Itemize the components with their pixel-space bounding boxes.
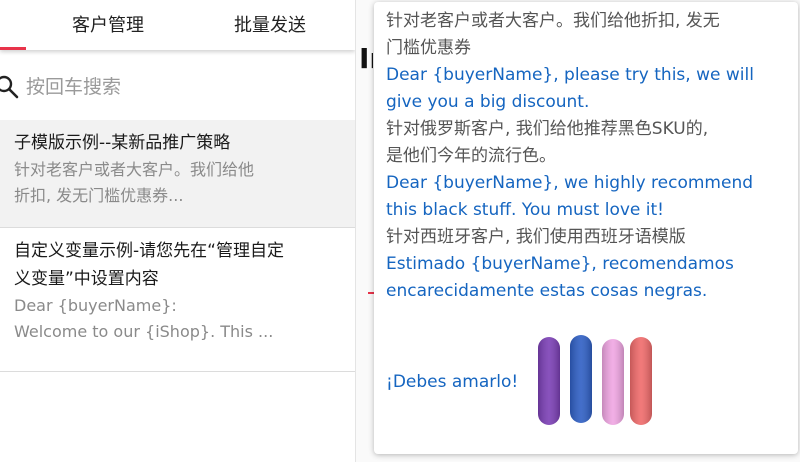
preview-line: this black stuff. You must love it! [386, 200, 664, 220]
search-icon [0, 74, 20, 100]
list-item-title: 自定义变量示例-请您先在“管理自定 [14, 241, 284, 261]
list-item-desc: Dear {buyerName}: [14, 296, 177, 315]
list-item[interactable]: 自定义变量示例-请您先在“管理自定 义变量”中设置内容 Dear {buyerN… [0, 228, 355, 372]
template-list-panel: 客户管理 批量发送 子模版示例--某新品推广策略 针对老客户或者大客户。我们给他… [0, 0, 355, 462]
preview-line: Dear {buyerName}, we highly recommend [386, 173, 754, 193]
preview-line: 针对西班牙客户, 我们使用西班牙语模版 [386, 227, 686, 247]
tab-bulk-send[interactable]: 批量发送 [190, 0, 350, 50]
preview-line: 是他们今年的流行色。 [386, 146, 556, 166]
preview-line: 针对俄罗斯客户, 我们给他推荐黑色SKU的, [386, 119, 709, 139]
template-list: 子模版示例--某新品推广策略 针对老客户或者大客户。我们给他 折扣, 发无门槛优… [0, 120, 355, 372]
active-tab-indicator [0, 47, 26, 50]
list-item-title: 子模版示例--某新品推广策略 [14, 133, 231, 153]
preview-line: Dear {buyerName}, please try this, we wi… [386, 65, 754, 85]
tab-customer-management[interactable]: 客户管理 [28, 0, 188, 50]
list-item-desc: 折扣, 发无门槛优惠券... [14, 186, 184, 205]
list-item-title: 义变量”中设置内容 [14, 269, 159, 289]
search-input[interactable] [26, 70, 346, 104]
list-item-desc: 针对老客户或者大客户。我们给他 [14, 160, 255, 179]
preview-line: 针对老客户或者大客户。我们给他折扣, 发无 [386, 11, 720, 31]
preview-line: give you a big discount. [386, 92, 590, 112]
template-preview-popup: 针对老客户或者大客户。我们给他折扣, 发无 门槛优惠券 Dear {buyerN… [374, 2, 798, 454]
nail-file-product-image [538, 335, 652, 425]
partial-heading: In [359, 42, 373, 75]
preview-line: ¡Debes amarlo! [386, 372, 519, 392]
search-bar [0, 60, 355, 112]
list-item[interactable]: 子模版示例--某新品推广策略 针对老客户或者大客户。我们给他 折扣, 发无门槛优… [0, 120, 355, 228]
preview-line: encarecidamente estas cosas negras. [386, 281, 708, 301]
list-item-desc: Welcome to our {iShop}. This ... [14, 322, 274, 341]
preview-line: Estimado {buyerName}, recomendamos [386, 254, 734, 274]
preview-line: 门槛优惠券 [386, 38, 471, 58]
preview-final-row: ¡Debes amarlo! [386, 325, 788, 445]
tab-bar: 客户管理 批量发送 [0, 0, 355, 50]
